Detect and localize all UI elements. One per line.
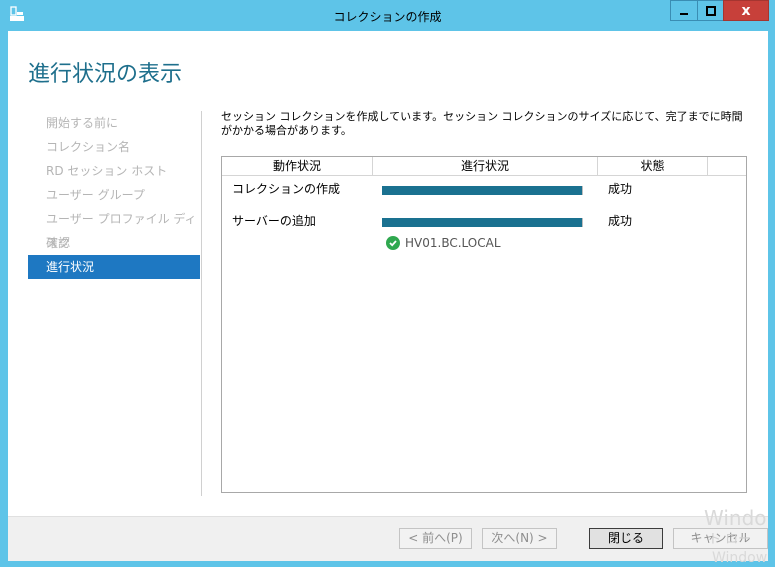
row-label: サーバーの追加 <box>232 214 316 228</box>
progress-bar <box>382 218 583 227</box>
wizard-footer: < 前へ(P) 次へ(N) > 閉じる キャンセル <box>8 516 768 561</box>
previous-button[interactable]: < 前へ(P) <box>399 528 472 549</box>
progress-description: セッション コレクションを作成しています。セッション コレクションのサイズに応じ… <box>221 110 743 137</box>
row-status: 成功 <box>608 214 633 228</box>
maximize-button[interactable] <box>697 0 724 21</box>
activation-watermark-line: Window <box>712 550 768 566</box>
nav-divider <box>201 111 202 496</box>
column-header-empty <box>708 157 746 175</box>
window-title: コレクションの作成 <box>333 10 442 24</box>
server-result: HV01.BC.LOCAL <box>386 236 501 250</box>
minimize-icon <box>680 12 688 15</box>
nav-item-user-profile-disks[interactable]: ユーザー プロファイル ディスク <box>28 207 200 250</box>
progress-bar-fill <box>382 218 582 227</box>
column-header-action[interactable]: 動作状況 <box>222 157 373 175</box>
wizard-client-area: 進行状況の表示 開始する前に コレクション名 RD セッション ホスト ユーザー… <box>8 31 768 561</box>
close-icon: x <box>741 2 751 19</box>
nav-item-rd-session-host[interactable]: RD セッション ホスト <box>28 159 200 183</box>
row-label: コレクションの作成 <box>232 182 341 196</box>
nav-item-collection-name[interactable]: コレクション名 <box>28 135 200 159</box>
close-button[interactable]: 閉じる <box>589 528 663 549</box>
minimize-button[interactable] <box>670 0 698 21</box>
page-title: 進行状況の表示 <box>28 62 183 87</box>
watermark-line: ト ロー <box>708 532 752 547</box>
nav-item-confirmation[interactable]: 確認 <box>28 231 200 255</box>
column-header-progress[interactable]: 進行状況 <box>373 157 598 175</box>
maximize-icon <box>705 5 716 16</box>
close-window-button[interactable]: x <box>723 0 769 21</box>
success-check-icon <box>386 236 400 250</box>
progress-table: 動作状況 進行状況 状態 コレクションの作成 成功 サーバーの追加 成功 HV0… <box>221 156 747 493</box>
nav-item-before-you-begin[interactable]: 開始する前に <box>28 111 200 135</box>
progress-bar <box>382 186 583 195</box>
table-header: 動作状況 進行状況 状態 <box>222 157 746 176</box>
server-name[interactable]: HV01.BC.LOCAL <box>405 236 501 250</box>
watermark-line: Windo <box>704 506 767 530</box>
column-header-status[interactable]: 状態 <box>598 157 708 175</box>
row-status: 成功 <box>608 182 633 196</box>
wizard-nav: 開始する前に コレクション名 RD セッション ホスト ユーザー グループ ユー… <box>28 111 200 279</box>
nav-item-user-groups[interactable]: ユーザー グループ <box>28 183 200 207</box>
activation-watermark: Windo ト ロー <box>704 507 767 551</box>
nav-item-progress[interactable]: 進行状況 <box>28 255 200 279</box>
progress-bar-fill <box>382 186 582 195</box>
next-button[interactable]: 次へ(N) > <box>482 528 557 549</box>
title-bar: コレクションの作成 x <box>0 0 775 32</box>
